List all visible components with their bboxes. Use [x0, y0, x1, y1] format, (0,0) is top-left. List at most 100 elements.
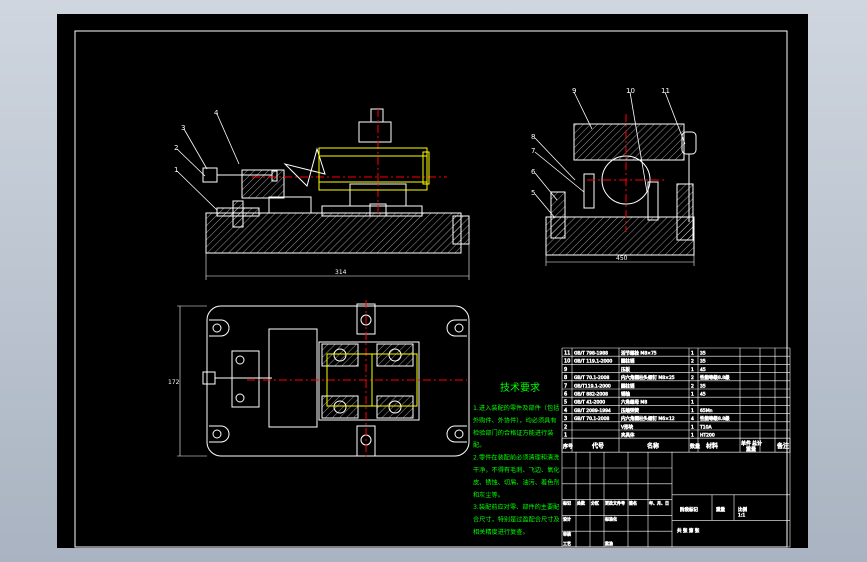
- bom-material: 45: [700, 392, 706, 398]
- tech-requirements-title: 技术要求: [500, 381, 540, 394]
- bom-code: GB/T 41-2000: [574, 400, 605, 406]
- title-block: 标记 处数 分区 更改文件号 签名 年、月、日设计 标准化审核工艺 批准 阶段标记 重量 比例1:1…: [561, 451, 791, 548]
- tech-requirement-line: 相关精度进行复查。: [473, 528, 529, 536]
- tb-label: 分区: [591, 499, 599, 505]
- bom-qty: 1: [691, 367, 694, 373]
- tb-label: 标准化: [605, 515, 617, 521]
- bom-row: 7 GB/T119.1-2000 圆柱销 2 35: [564, 382, 706, 390]
- bom-no: 1: [564, 433, 567, 439]
- front-base: [205, 212, 462, 254]
- bom-no: 7: [564, 383, 567, 389]
- bom-material: HT200: [700, 433, 715, 439]
- tech-requirement-line: 外购件、外协件），均必须具有: [473, 416, 557, 424]
- bom-qty: 1: [691, 433, 694, 439]
- bom-material: 性能等级8.8级: [700, 374, 730, 381]
- dim-front-width: 314: [335, 269, 347, 276]
- bom-name: 压板: [621, 366, 630, 373]
- bom-code: GB/T 70.1-2008: [574, 416, 610, 422]
- tb-label: 更改文件号: [605, 499, 625, 505]
- balloon-6: 6: [531, 168, 536, 176]
- tech-requirement-line: 合尺寸，特别是过盈配合尺寸及: [473, 516, 560, 524]
- bom-code: GB/T 882-2008: [574, 392, 608, 398]
- bom-row: 3 GB/T 70.1-2008 内六角圆柱头螺钉 M6×12 4 性能等级8.8级: [564, 415, 731, 423]
- bom-header-material: 材料: [706, 442, 718, 450]
- title-block-labels: 标记 处数 分区 更改文件号 签名 年、月、日设计 标准化审核工艺 批准 阶段标记 重量 比例1:1…: [563, 499, 748, 546]
- tb-label: 审核: [563, 531, 571, 537]
- bom-header: 序号 代号 名称 数量 材料 单件 总计重量 备注: [563, 440, 790, 454]
- bom-header-total: 总计: [752, 440, 762, 447]
- bom-qty: 2: [691, 383, 694, 389]
- tb-scale: 比例: [738, 506, 747, 513]
- bom-header-code: 代号: [592, 442, 604, 450]
- bom-row: 8 GB/T 70.1-2008 内六角圆柱头螺钉 M8×25 2 性能等级8.8级: [564, 374, 731, 382]
- balloon-5: 5: [531, 189, 535, 197]
- bom-row: 1 夹具体 1 HT200: [564, 431, 715, 439]
- tech-requirement-line: 干净，不得有毛刺、飞边、氧化: [473, 466, 560, 474]
- top-view: [202, 300, 470, 460]
- bom-code: GB/T 2089-1994: [574, 408, 611, 414]
- tb-stage: 阶段标记: [680, 506, 698, 513]
- bom-code: GB/T 119.1-2000: [574, 359, 612, 365]
- bom-row: 9 压板 1 45: [564, 366, 706, 374]
- bom-qty: 1: [691, 351, 694, 357]
- bom-name: 内六角圆柱头螺钉 M6×12: [621, 415, 675, 422]
- tech-requirement-line: 和灰尘等。: [473, 491, 504, 499]
- bom-material: 45: [700, 367, 706, 373]
- bom-material: T10A: [699, 424, 712, 430]
- tb-label: 年、月、日: [649, 499, 669, 505]
- bom-header-no: 序号: [563, 443, 573, 450]
- tb-label: 工艺: [563, 541, 571, 546]
- bom-row: 5 GB/T 41-2000 六角螺母 M8 1: [564, 398, 695, 406]
- balloon-3: 3: [181, 124, 185, 132]
- bom-name: 销轴: [621, 391, 630, 398]
- tb-label: 处数: [577, 499, 585, 505]
- tech-requirement-line: 检验部门的合格证方能进行装: [473, 429, 553, 437]
- tb-sheet: 共 张 第 张: [677, 527, 700, 534]
- bom-header-name: 名称: [647, 442, 659, 450]
- bom-row: 2 V形块 1 T10A: [564, 423, 713, 431]
- bom-table: 11 GB/T 798-1988 活节螺栓 M8×75 1 3510 GB/T 119.1…: [561, 347, 791, 454]
- bom-material: 35: [700, 359, 706, 365]
- bom-name: 活节螺栓 M8×75: [621, 350, 657, 357]
- tb-weight: 重量: [716, 506, 725, 513]
- cad-drawing: 3 4 2 1 314 9 10 11 8 7 6 5 450 172 技术要求…: [74, 30, 791, 548]
- tech-requirements-list: 1.进入装配的零件及部件（包括外购件、外协件），均必须具有检验部门的合格证方能进…: [473, 404, 560, 536]
- bom-name: 圆柱销: [621, 358, 635, 365]
- bom-qty: 4: [691, 416, 694, 422]
- bom-code: GB/T119.1-2000: [574, 383, 611, 389]
- tech-requirement-line: 1.进入装配的零件及部件（包括: [473, 404, 559, 412]
- bom-qty: 2: [691, 375, 694, 381]
- side-view: [545, 114, 697, 256]
- bom-no: 5: [564, 400, 567, 406]
- bom-header-unit: 单件: [741, 440, 751, 447]
- bom-no: 2: [564, 424, 567, 430]
- tb-label: 设计: [563, 515, 571, 521]
- bom-code: GB/T 798-1988: [574, 351, 608, 357]
- bom-material: 65Mn: [700, 408, 713, 414]
- bom-material: 性能等级8.8级: [700, 415, 730, 422]
- bom-qty: 2: [691, 359, 694, 365]
- balloon-11: 11: [661, 87, 670, 95]
- bom-no: 11: [564, 351, 570, 357]
- balloon-4: 4: [214, 109, 219, 117]
- clamp-plate: [573, 123, 685, 161]
- bom-no: 3: [564, 416, 567, 422]
- bom-qty: 1: [691, 400, 694, 406]
- bom-no: 10: [564, 359, 570, 365]
- side-base: [545, 216, 695, 256]
- balloon-1: 1: [174, 166, 178, 174]
- bom-name: 夹具体: [621, 432, 635, 439]
- bom-name: 内六角圆柱头螺钉 M8×25: [621, 374, 675, 381]
- bom-qty: 1: [691, 408, 694, 414]
- balloon-8: 8: [531, 133, 535, 141]
- tech-requirement-line: 皮、锈蚀、切屑、油污、着色剂: [473, 478, 560, 486]
- dim-side-width: 450: [616, 255, 628, 262]
- tb-label: 签名: [629, 499, 637, 505]
- bom-material: 35: [700, 383, 706, 389]
- bom-no: 8: [564, 375, 567, 381]
- bom-name: 六角螺母 M8: [621, 399, 647, 406]
- bom-row: 4 GB/T 2089-1994 压缩弹簧 1 65Mn: [564, 407, 713, 415]
- bom-name: V形块: [621, 423, 634, 430]
- bom-no: 9: [564, 367, 567, 373]
- front-balloons: [176, 113, 240, 211]
